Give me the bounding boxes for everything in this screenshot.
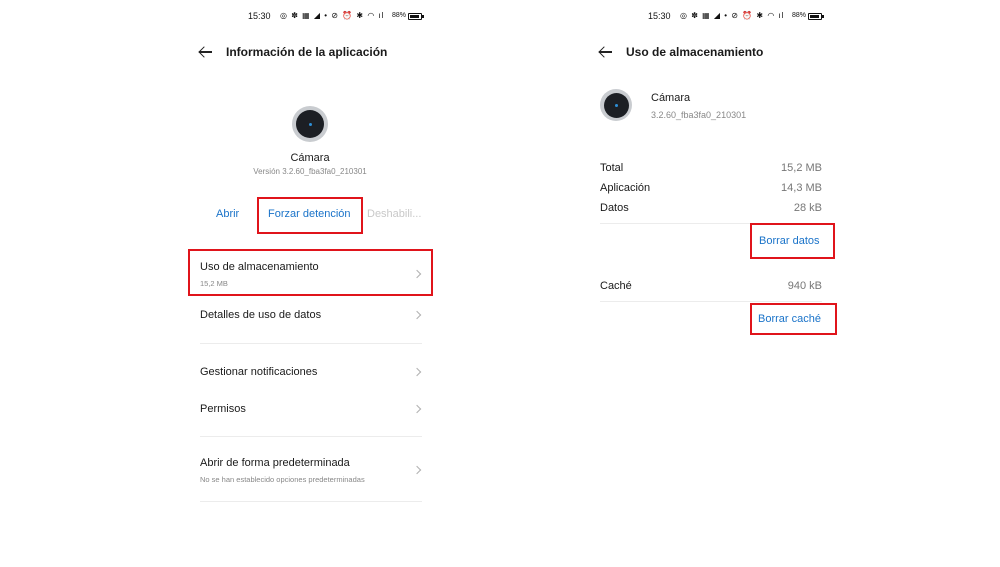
status-bar: 15:30 ◎ ✽ ▦ ◢ • ⊘ ⏰ ✱ ◠ ıl 88%	[570, 10, 850, 24]
page-title: Información de la aplicación	[226, 45, 388, 59]
cache-label: Caché	[600, 280, 632, 292]
clear-data-highlight	[750, 223, 835, 259]
total-value: 15,2 MB	[781, 162, 822, 174]
disable-button[interactable]: Deshabili...	[367, 208, 421, 220]
app-name: Cámara	[290, 152, 330, 164]
notifications-row[interactable]: Gestionar notificaciones	[200, 366, 422, 378]
back-arrow-icon[interactable]	[198, 44, 214, 60]
app-name: Cámara	[651, 92, 691, 104]
camera-app-icon	[600, 89, 632, 121]
divider	[600, 301, 822, 302]
battery-icon	[808, 13, 824, 20]
notifications-title: Gestionar notificaciones	[200, 366, 318, 378]
total-label: Total	[600, 162, 624, 174]
page-title: Uso de almacenamiento	[626, 45, 764, 59]
open-button[interactable]: Abrir	[216, 208, 239, 220]
divider	[200, 436, 422, 437]
back-arrow-icon[interactable]	[598, 44, 614, 60]
divider	[200, 343, 422, 344]
cache-row: Caché 940 kB	[600, 280, 822, 292]
cache-value: 940 kB	[787, 280, 822, 292]
default-open-title: Abrir de forma predeterminada	[200, 457, 350, 469]
battery-icon	[408, 13, 424, 20]
header: Información de la aplicación	[198, 42, 387, 62]
status-time: 15:30	[248, 11, 271, 21]
divider	[200, 501, 422, 502]
clear-cache-highlight	[750, 303, 837, 335]
app-size-label: Aplicación	[600, 182, 651, 194]
force-stop-highlight	[257, 197, 363, 234]
default-open-row[interactable]: Abrir de forma predeterminada No se han …	[200, 457, 422, 484]
total-row: Total 15,2 MB	[600, 162, 822, 174]
permissions-row[interactable]: Permisos	[200, 403, 422, 415]
storage-usage-screen: 15:30 ◎ ✽ ▦ ◢ • ⊘ ⏰ ✱ ◠ ıl 88% Uso de al…	[570, 0, 850, 567]
battery-percent: 88%	[792, 12, 807, 19]
status-bar: 15:30 ◎ ✽ ▦ ◢ • ⊘ ⏰ ✱ ◠ ıl 88%	[170, 10, 450, 24]
data-size-value: 28 kB	[793, 202, 822, 214]
battery-percent: 88%	[392, 12, 407, 19]
app-info-screen: 15:30 ◎ ✽ ▦ ◢ • ⊘ ⏰ ✱ ◠ ıl 88% Informaci…	[170, 0, 450, 567]
data-usage-row[interactable]: Detalles de uso de datos	[200, 309, 422, 321]
status-icons: ◎ ✽ ▦ ◢ • ⊘ ⏰ ✱ ◠ ıl	[280, 11, 385, 20]
data-size-row: Datos 28 kB	[600, 202, 822, 214]
camera-app-icon	[292, 106, 328, 142]
app-size-value: 14,3 MB	[781, 182, 822, 194]
app-version: 3.2.60_fba3fa0_210301	[651, 110, 747, 120]
permissions-title: Permisos	[200, 403, 246, 415]
storage-usage-highlight	[188, 249, 433, 296]
header: Uso de almacenamiento	[598, 42, 763, 62]
app-version: Versión 3.2.60_fba3fa0_210301	[253, 167, 367, 176]
status-icons: ◎ ✽ ▦ ◢ • ⊘ ⏰ ✱ ◠ ıl	[680, 11, 785, 20]
app-size-row: Aplicación 14,3 MB	[600, 182, 822, 194]
status-time: 15:30	[648, 11, 671, 21]
data-size-label: Datos	[600, 202, 629, 214]
default-open-subtitle: No se han establecido opciones predeterm…	[200, 475, 365, 484]
data-usage-title: Detalles de uso de datos	[200, 309, 322, 321]
